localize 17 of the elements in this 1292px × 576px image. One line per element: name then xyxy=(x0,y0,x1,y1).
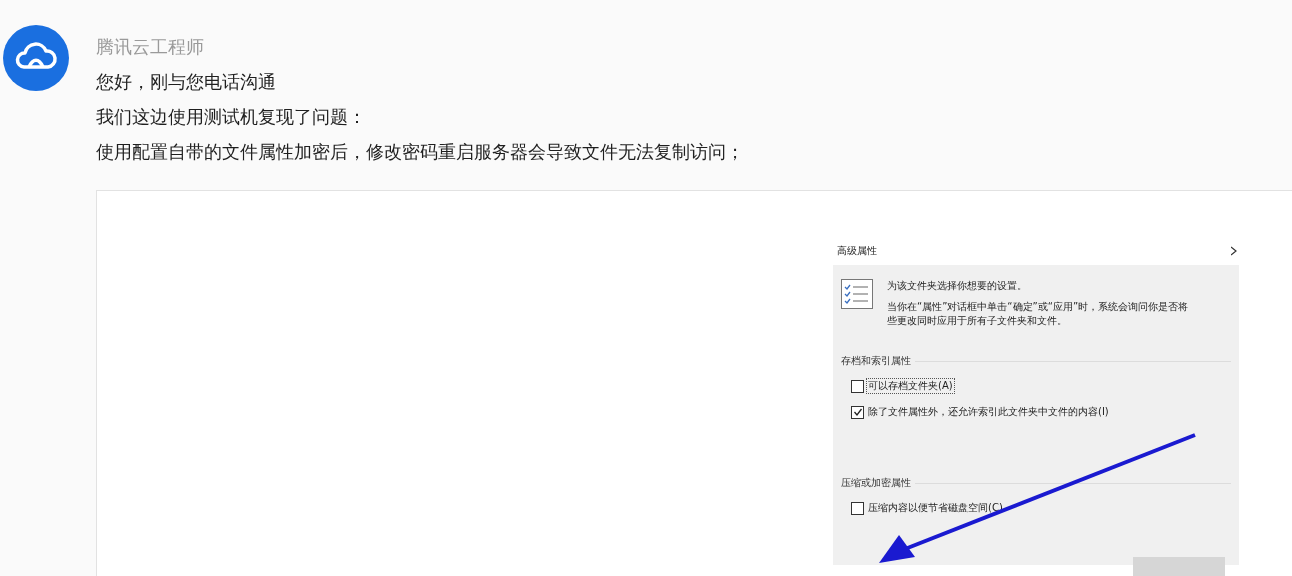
dialog-text: 为该文件夹选择你想要的设置。 xyxy=(887,279,1028,293)
checkbox[interactable] xyxy=(851,405,864,419)
section-title: 存档和索引属性 xyxy=(841,354,911,368)
checkbox-label[interactable]: 可以存档文件夹(A) xyxy=(866,378,955,394)
checkbox[interactable] xyxy=(851,379,864,393)
section-title: 压缩或加密属性 xyxy=(841,476,911,490)
message-text: 您好，刚与您电话沟通 xyxy=(96,70,277,94)
message-text: 我们这边使用测试机复现了问题： xyxy=(96,105,367,129)
checklist-icon xyxy=(841,279,873,309)
dialog-title: 高级属性 xyxy=(837,244,877,258)
checkbox-label[interactable]: 除了文件属性外，还允许索引此文件夹中文件的内容(I) xyxy=(866,404,1111,420)
dialog-text: 当你在“属性”对话框中单击“确定”或“应用”时，系统会询问你是否将 xyxy=(887,300,1189,314)
sender-name: 腾讯云工程师 xyxy=(96,35,205,59)
avatar-icon xyxy=(3,25,69,91)
dialog-text: 些更改同时应用于所有子文件夹和文件。 xyxy=(887,314,1068,328)
checkbox[interactable] xyxy=(851,501,864,515)
message-text: 使用配置自带的文件属性加密后，修改密码重启服务器会导致文件无法复制访问； xyxy=(96,140,745,164)
